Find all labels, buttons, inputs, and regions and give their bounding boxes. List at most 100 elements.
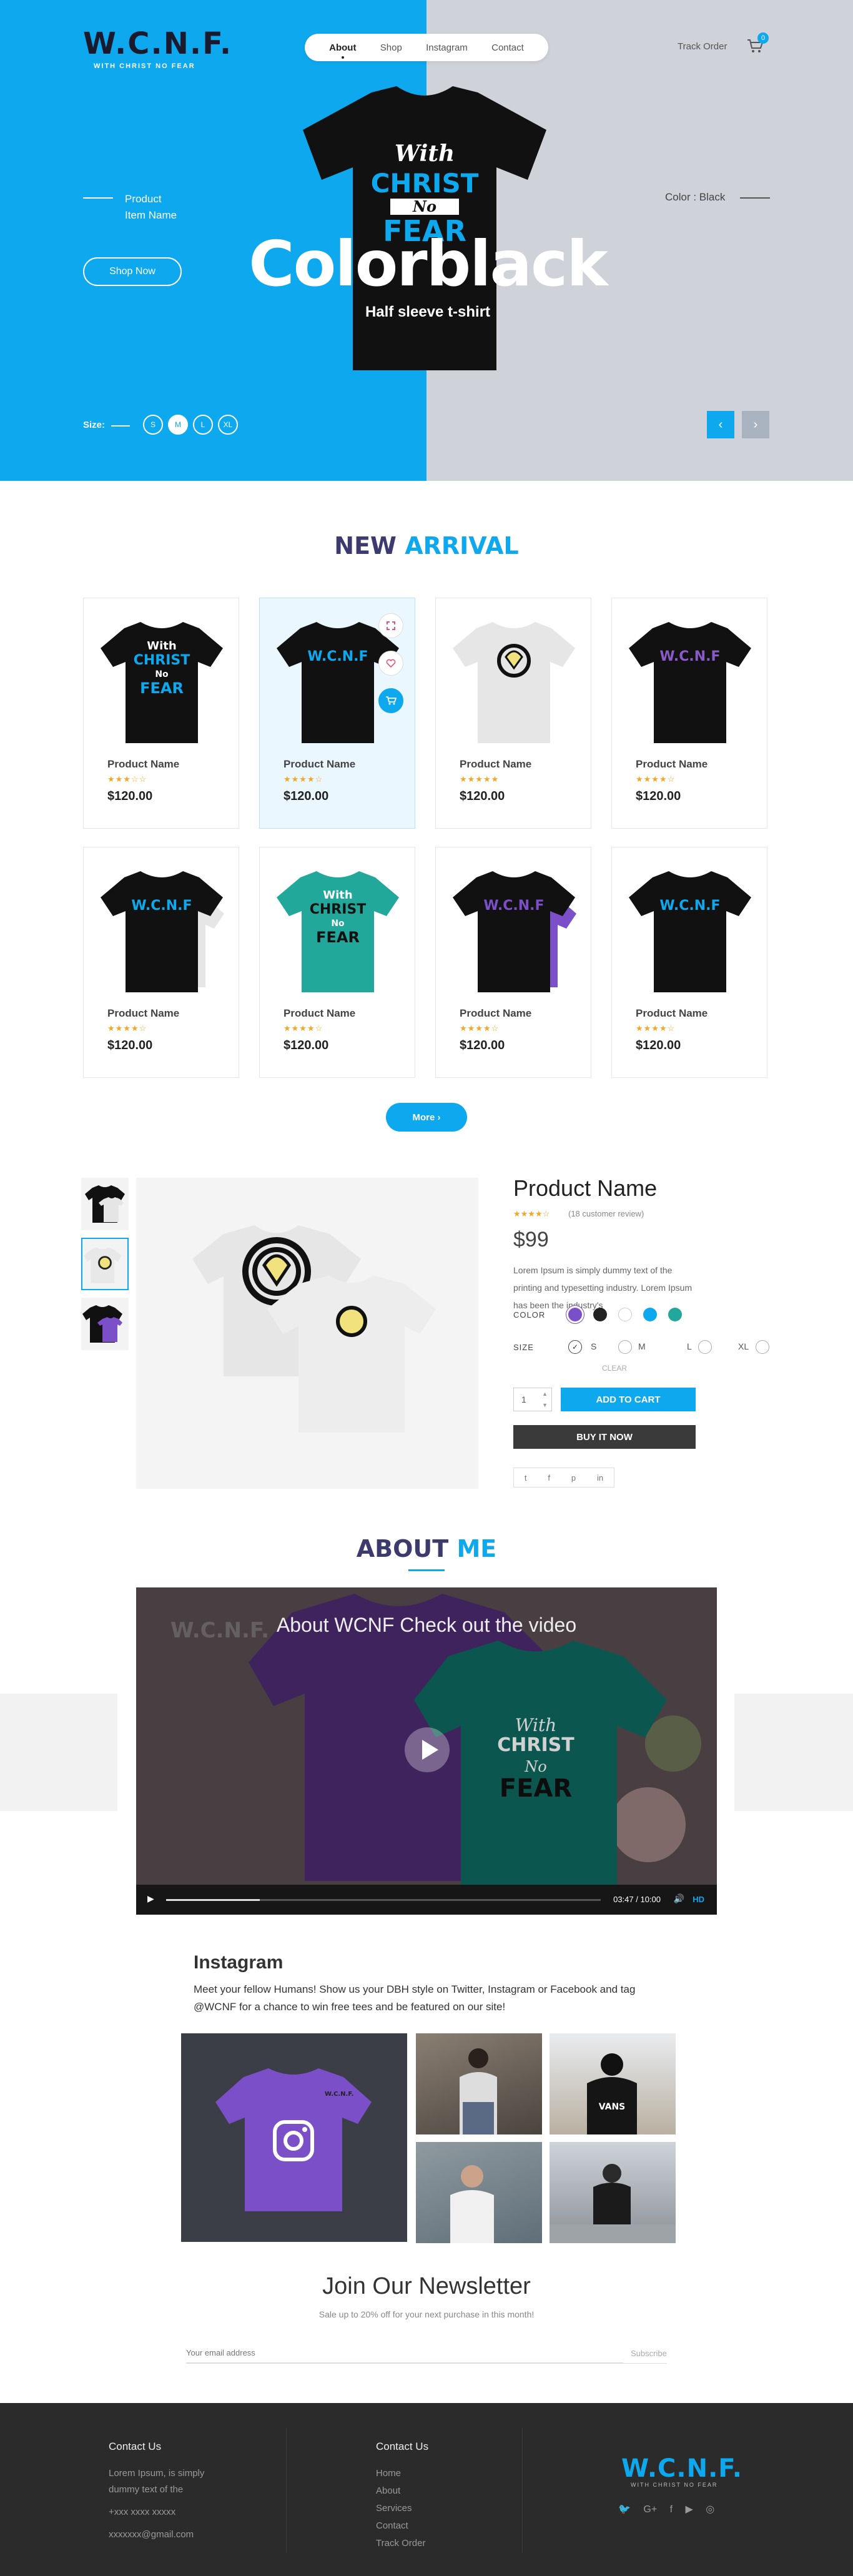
twitter-icon[interactable]: t: [525, 1473, 527, 1483]
play-icon: [422, 1740, 438, 1760]
footer-link-track-order[interactable]: Track Order: [376, 2538, 425, 2549]
color-swatch-purple[interactable]: [568, 1308, 582, 1321]
product-rating: ★★★★☆: [636, 774, 676, 784]
product-card[interactable]: W.C.N.F Product Name ★★★★☆ $120.00: [435, 847, 591, 1078]
google-plus-icon[interactable]: G+: [643, 2504, 657, 2515]
quick-view-icon[interactable]: [378, 613, 403, 638]
footer-link-services[interactable]: Services: [376, 2503, 412, 2514]
footer-logo[interactable]: W.C.N.F.: [621, 2454, 742, 2483]
svg-text:W.C.N.F: W.C.N.F: [307, 649, 368, 664]
hero-size-l[interactable]: L: [193, 415, 213, 435]
svg-text:CHRIST: CHRIST: [134, 653, 190, 668]
instagram-photo[interactable]: [416, 2142, 542, 2243]
shop-now-button[interactable]: Shop Now: [83, 257, 182, 286]
instagram-title: Instagram: [194, 1952, 284, 1973]
youtube-icon[interactable]: ▶: [686, 2504, 693, 2515]
side-panel-right: [734, 1694, 853, 1811]
hero-size-xl[interactable]: XL: [218, 415, 238, 435]
video-controls: ▶ 03:47 / 10:00 🔊 HD: [136, 1885, 717, 1915]
instagram-photo[interactable]: [550, 2142, 676, 2243]
color-swatch-teal[interactable]: [668, 1308, 682, 1321]
size-option-l: L: [687, 1341, 692, 1351]
product-rating: ★★★★☆: [107, 1024, 147, 1033]
footer-email[interactable]: xxxxxxx@gmail.com: [109, 2529, 194, 2540]
twitter-icon[interactable]: 🐦: [618, 2504, 631, 2515]
buy-now-button[interactable]: BUY IT NOW: [513, 1425, 696, 1449]
nav-contact[interactable]: Contact: [491, 42, 524, 53]
instagram-photo[interactable]: VANS: [550, 2033, 676, 2134]
clear-selection-link[interactable]: CLEAR: [602, 1364, 627, 1373]
instagram-photo[interactable]: [416, 2033, 542, 2134]
hero-shirt-text-3: No: [412, 197, 436, 215]
volume-icon[interactable]: 🔊: [674, 1893, 684, 1904]
linkedin-icon[interactable]: in: [597, 1473, 603, 1483]
hero-product-label-2: Item Name: [125, 209, 177, 221]
add-to-cart-icon[interactable]: [378, 688, 403, 713]
product-rating: ★★★☆☆: [107, 774, 147, 784]
size-radio-s[interactable]: ✓: [568, 1340, 582, 1354]
instagram-icon[interactable]: ◎: [706, 2504, 714, 2515]
product-name: Product Name: [107, 758, 180, 770]
footer-contact-text: dummy text of the: [109, 2484, 184, 2495]
product-card[interactable]: W.C.N.F Product Name ★★★★☆ $120.00: [259, 598, 415, 829]
share-links: t f p in: [513, 1468, 614, 1488]
instagram-feature-image[interactable]: W.C.N.F.: [181, 2033, 407, 2242]
product-price: $120.00: [107, 1039, 153, 1052]
facebook-icon[interactable]: f: [548, 1473, 550, 1483]
product-thumbnail[interactable]: [81, 1178, 129, 1230]
product-thumbnail[interactable]: [81, 1298, 129, 1350]
hero-prev-button[interactable]: ‹: [707, 411, 734, 438]
footer-social: 🐦 G+ f ▶ ◎: [618, 2503, 714, 2515]
product-card[interactable]: Product Name ★★★★★ $120.00: [435, 598, 591, 829]
nav-about[interactable]: About: [329, 42, 356, 53]
stepper-arrows-icon[interactable]: ▲ ▼: [542, 1388, 548, 1411]
size-radio-l[interactable]: [698, 1340, 712, 1354]
wishlist-icon[interactable]: [378, 651, 403, 676]
color-swatch-black[interactable]: [593, 1308, 607, 1321]
logo[interactable]: W.C.N.F.: [83, 29, 232, 59]
color-swatch-white[interactable]: [618, 1308, 632, 1321]
size-radio-xl[interactable]: [756, 1340, 769, 1354]
about-video-player[interactable]: With CHRIST No FEAR W.C.N.F. About WCNF …: [136, 1587, 717, 1915]
pinterest-icon[interactable]: p: [571, 1473, 576, 1483]
hero-shirt-text-2: CHRIST: [371, 168, 479, 199]
newsletter-subtitle: Sale up to 20% off for your next purchas…: [318, 2309, 535, 2319]
footer-phone[interactable]: +xxx xxxx xxxxx: [109, 2507, 175, 2517]
track-order-link[interactable]: Track Order: [678, 41, 727, 52]
newsletter-email-input[interactable]: [186, 2343, 623, 2363]
more-button[interactable]: More ›: [386, 1103, 467, 1132]
product-card[interactable]: W.C.N.F Product Name ★★★★☆ $120.00: [83, 847, 239, 1078]
footer-link-about[interactable]: About: [376, 2485, 400, 2496]
hd-toggle[interactable]: HD: [693, 1895, 704, 1904]
product-card[interactable]: W.C.N.F Product Name ★★★★☆ $120.00: [611, 847, 767, 1078]
color-swatch-blue[interactable]: [643, 1308, 657, 1321]
product-card[interactable]: With CHRIST No FEAR Product Name ★★★☆☆ $120.00: [83, 598, 239, 829]
hero-size-s[interactable]: S: [143, 415, 163, 435]
size-radio-m[interactable]: [618, 1340, 632, 1354]
add-to-cart-button[interactable]: ADD TO CART: [561, 1388, 696, 1411]
product-name: Product Name: [284, 1007, 356, 1019]
footer-link-home[interactable]: Home: [376, 2468, 401, 2479]
hero-size-m[interactable]: M: [168, 415, 188, 435]
product-card[interactable]: W.C.N.F Product Name ★★★★☆ $120.00: [611, 598, 767, 829]
subscribe-button[interactable]: Subscribe: [631, 2343, 667, 2363]
product-card[interactable]: With CHRIST No FEAR Product Name ★★★★☆ $120.00: [259, 847, 415, 1078]
product-reviews-link[interactable]: (18 customer review): [568, 1209, 644, 1218]
footer-contact-title: Contact Us: [109, 2440, 162, 2452]
product-image: [453, 622, 575, 743]
quantity-stepper[interactable]: 1 ▲ ▼: [513, 1388, 552, 1411]
nav-instagram[interactable]: Instagram: [426, 42, 468, 53]
nav-shop[interactable]: Shop: [380, 42, 402, 53]
video-time: 03:47 / 10:00: [613, 1895, 661, 1904]
product-name: Product Name: [284, 758, 356, 770]
product-thumbnail-selected[interactable]: [81, 1238, 129, 1290]
hero-next-button[interactable]: ›: [742, 411, 769, 438]
footer-link-contact[interactable]: Contact: [376, 2520, 408, 2531]
play-small-icon[interactable]: ▶: [147, 1893, 154, 1904]
product-description: Lorem Ipsum is simply dummy text of the …: [513, 1265, 693, 1310]
product-name: Product Name: [636, 758, 708, 770]
divider: [111, 425, 130, 427]
play-button[interactable]: [405, 1727, 450, 1772]
facebook-icon[interactable]: f: [670, 2504, 673, 2515]
product-rating: ★★★★☆: [284, 1024, 323, 1033]
